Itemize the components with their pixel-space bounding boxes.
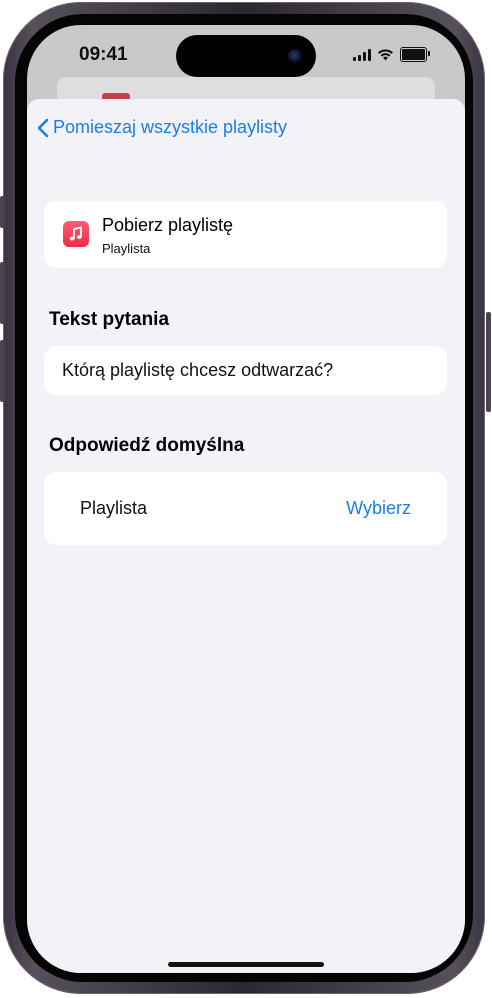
volume-down-button (0, 340, 5, 402)
back-button[interactable]: Pomieszaj wszystkie playlisty (37, 117, 287, 138)
prompt-heading: Tekst pytania (49, 309, 170, 330)
action-subtitle: Playlista (102, 241, 151, 256)
wifi-icon (378, 48, 393, 60)
cellular-signal-icon (353, 48, 371, 61)
home-indicator[interactable] (168, 962, 324, 967)
shortcut-editor-sheet: Pomieszaj wszystkie playlisty Pobierz pl… (27, 99, 465, 973)
default-answer-card: Playlista Wybierz (44, 472, 447, 545)
prompt-text: Którą playlistę chcesz odtwarzać? (62, 360, 334, 380)
side-button (486, 312, 491, 412)
chevron-left-icon (37, 118, 49, 137)
prompt-field[interactable]: Którą playlistę chcesz odtwarzać? (44, 346, 447, 395)
action-button (0, 196, 5, 228)
status-icons (353, 47, 430, 62)
status-bar: 09:41 (27, 25, 465, 85)
default-answer-heading: Odpowiedź domyślna (49, 435, 245, 456)
default-answer-label: Playlista (80, 498, 148, 518)
status-time: 09:41 (79, 44, 128, 65)
action-title: Pobierz playlistę (102, 215, 234, 235)
music-note-icon (63, 221, 89, 247)
back-label: Pomieszaj wszystkie playlisty (53, 117, 288, 137)
front-camera (288, 49, 302, 63)
screen: 09:41 Pomieszaj wszystkie playlisty Pobi… (27, 25, 465, 973)
battery-icon (400, 47, 430, 62)
choose-button[interactable]: Wybierz (346, 498, 411, 519)
volume-up-button (0, 262, 5, 324)
action-card[interactable]: Pobierz playlistę Playlista (44, 201, 447, 268)
dynamic-island (176, 35, 316, 77)
